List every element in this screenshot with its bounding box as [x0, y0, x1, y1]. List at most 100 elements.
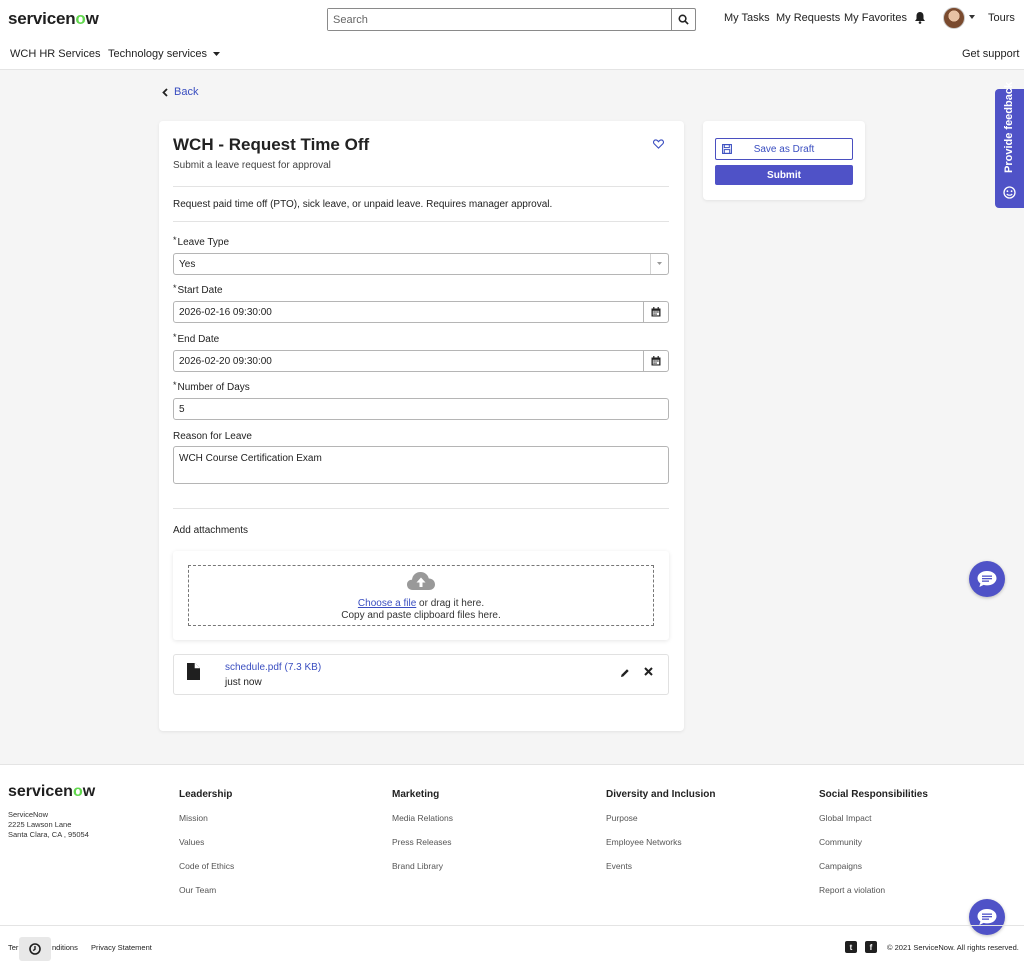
attachments-label: Add attachments — [173, 525, 249, 536]
submit-label: Submit — [767, 169, 801, 181]
required-mark: * — [173, 283, 177, 293]
chat-button[interactable] — [969, 899, 1005, 935]
required-mark: * — [173, 332, 177, 342]
clock-button[interactable] — [19, 937, 51, 961]
footer-link[interactable]: Global Impact — [819, 813, 871, 823]
footer-link[interactable]: Employee Networks — [606, 837, 682, 847]
privacy-statement-link[interactable]: Privacy Statement — [91, 943, 152, 952]
submit-button[interactable]: Submit — [715, 165, 853, 185]
get-support-link[interactable]: Get support — [962, 48, 1019, 60]
provide-feedback-tab[interactable]: Provide feedback — [995, 82, 1024, 208]
terms-link-end[interactable]: nditions — [52, 943, 78, 952]
dropdown-arrow-icon[interactable] — [650, 254, 668, 274]
terms-link-start[interactable]: Ter — [8, 943, 18, 952]
cloud-upload-icon — [407, 572, 435, 590]
end-date-value: 2026-02-20 09:30:00 — [179, 355, 272, 367]
search-box — [327, 8, 696, 31]
choose-file-link[interactable]: Choose a file — [358, 598, 416, 609]
number-of-days-input[interactable]: 5 — [173, 398, 669, 420]
close-icon[interactable] — [644, 667, 653, 676]
back-link[interactable]: Back — [162, 86, 198, 98]
twitter-icon[interactable]: t — [845, 941, 857, 953]
footer-link[interactable]: Campaigns — [819, 861, 862, 871]
file-dropzone[interactable]: Choose a file or drag it here. Copy and … — [188, 565, 654, 626]
attachment-name-link[interactable]: schedule.pdf (7.3 KB) — [225, 662, 321, 673]
start-date-input[interactable]: 2026-02-16 09:30:00 — [173, 301, 669, 323]
site-footer: servicenow ServiceNow 2225 Lawson Lane S… — [0, 764, 1024, 972]
pencil-icon[interactable] — [620, 668, 630, 678]
footer-address-line: 2225 Lawson Lane — [8, 820, 72, 829]
attachment-panel: Choose a file or drag it here. Copy and … — [173, 551, 669, 640]
footer-logo[interactable]: servicenow — [8, 783, 95, 801]
calendar-icon[interactable] — [643, 302, 668, 322]
search-icon — [678, 14, 689, 25]
attachment-timestamp: just now — [225, 677, 262, 688]
number-of-days-label: *Number of Days — [173, 380, 250, 393]
dropzone-instructions: Choose a file or drag it here. — [357, 598, 485, 609]
save-as-draft-label: Save as Draft — [753, 143, 815, 155]
divider — [173, 508, 669, 509]
bell-icon[interactable] — [914, 11, 926, 24]
save-as-draft-button[interactable]: Save as Draft — [715, 138, 853, 160]
avatar[interactable] — [943, 7, 965, 29]
footer-link[interactable]: Purpose — [606, 813, 638, 823]
servicenow-logo[interactable]: servicenow — [8, 9, 99, 29]
footer-heading-leadership: Leadership — [179, 789, 233, 800]
footer-link[interactable]: Our Team — [179, 885, 216, 895]
nav-technology-services[interactable]: Technology services — [108, 48, 221, 60]
chat-icon — [977, 909, 997, 925]
footer-divider — [0, 925, 1024, 926]
footer-link[interactable]: Events — [606, 861, 632, 871]
footer-link[interactable]: Community — [819, 837, 862, 847]
number-of-days-value: 5 — [179, 403, 185, 415]
footer-link[interactable]: Mission — [179, 813, 208, 823]
calendar-icon[interactable] — [643, 351, 668, 371]
footer-link[interactable]: Brand Library — [392, 861, 443, 871]
footer-heading-social: Social Responsibilities — [819, 789, 928, 800]
heart-icon[interactable] — [653, 139, 664, 149]
search-button[interactable] — [671, 9, 695, 30]
page-subtitle: Submit a leave request for approval — [173, 160, 331, 171]
request-form-card: WCH - Request Time Off Submit a leave re… — [159, 121, 684, 731]
footer-link[interactable]: Report a violation — [819, 885, 885, 895]
footer-link[interactable]: Press Releases — [392, 837, 452, 847]
reason-textarea[interactable]: WCH Course Certification Exam — [173, 446, 669, 484]
tours-link[interactable]: Tours — [988, 12, 1015, 24]
smiley-icon — [1003, 186, 1016, 199]
leave-type-select[interactable]: Yes — [173, 253, 669, 275]
divider — [173, 186, 669, 187]
start-date-label: *Start Date — [173, 283, 223, 296]
my-favorites-link[interactable]: My Favorites — [844, 12, 907, 24]
chat-icon — [977, 571, 997, 587]
action-panel: Save as Draft Submit — [703, 121, 865, 200]
footer-link[interactable]: Values — [179, 837, 204, 847]
attachment-item: schedule.pdf (7.3 KB) just now — [173, 654, 669, 695]
footer-heading-marketing: Marketing — [392, 789, 440, 800]
reason-label: Reason for Leave — [173, 431, 252, 442]
file-icon — [187, 663, 200, 680]
page-title: WCH - Request Time Off — [173, 135, 370, 154]
clock-icon — [29, 943, 41, 955]
my-tasks-link[interactable]: My Tasks — [724, 12, 770, 24]
back-label: Back — [174, 86, 199, 98]
divider — [173, 221, 669, 222]
end-date-label: *End Date — [173, 332, 220, 345]
chat-button[interactable] — [969, 561, 1005, 597]
chevron-down-icon[interactable] — [969, 15, 975, 19]
end-date-input[interactable]: 2026-02-20 09:30:00 — [173, 350, 669, 372]
required-mark: * — [173, 235, 177, 245]
search-input[interactable] — [328, 9, 672, 30]
footer-link[interactable]: Code of Ethics — [179, 861, 234, 871]
leave-type-value: Yes — [179, 258, 196, 270]
chevron-down-icon — [213, 51, 221, 56]
footer-link[interactable]: Media Relations — [392, 813, 453, 823]
my-requests-link[interactable]: My Requests — [776, 12, 840, 24]
facebook-icon[interactable]: f — [865, 941, 877, 953]
leave-type-label: *Leave Type — [173, 235, 230, 248]
chevron-left-icon — [162, 87, 168, 97]
footer-address-line: ServiceNow — [8, 810, 49, 819]
nav-hr-services[interactable]: WCH HR Services — [10, 48, 100, 60]
footer-heading-diversity: Diversity and Inclusion — [606, 789, 716, 800]
form-description: Request paid time off (PTO), sick leave,… — [173, 199, 553, 210]
provide-feedback-label: Provide feedback — [1003, 81, 1015, 173]
